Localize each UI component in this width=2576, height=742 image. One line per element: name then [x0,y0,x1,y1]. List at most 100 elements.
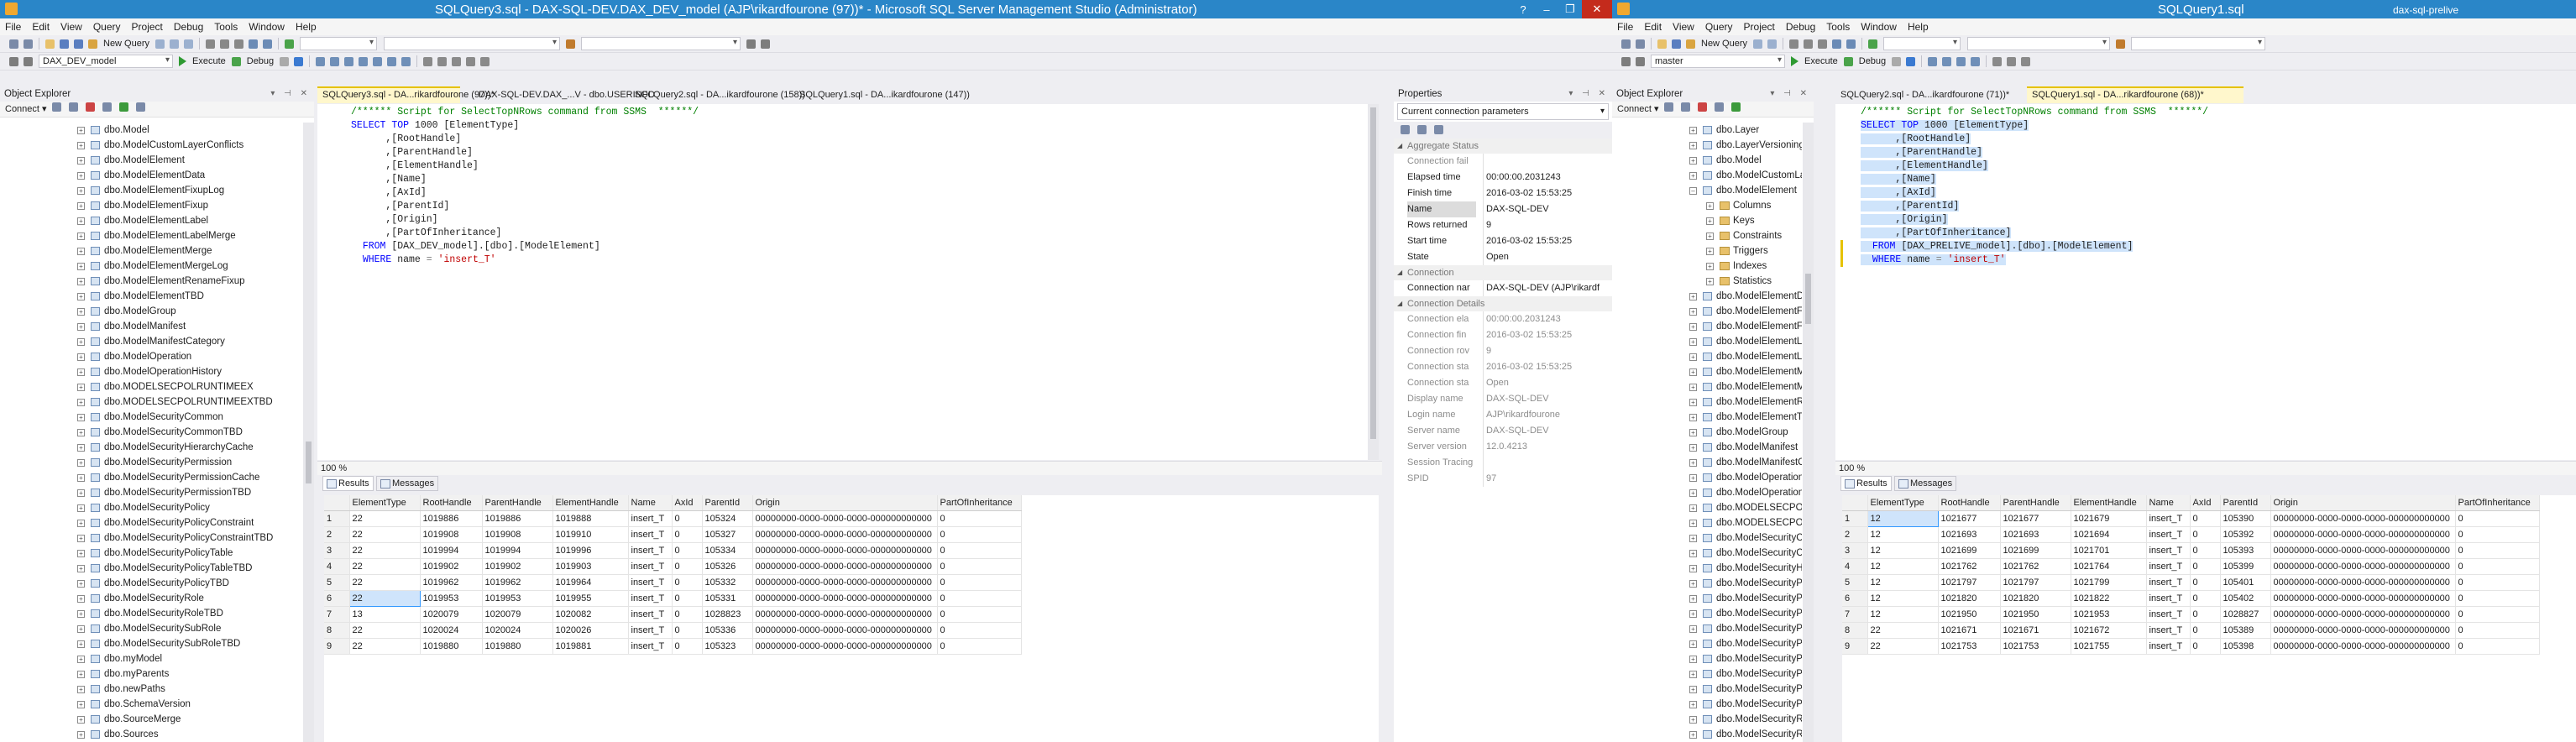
grid-cell[interactable]: 12 [1867,558,1939,575]
categorized-icon[interactable] [1401,125,1410,134]
row-number[interactable]: 5 [1842,574,1868,591]
title-bar[interactable]: SQLQuery1.sql dax-sql-prelive [1612,0,2576,18]
expand-icon[interactable]: + [1689,459,1697,467]
expand-icon[interactable]: + [77,474,85,482]
grid-cell[interactable]: 22 [349,542,421,559]
cancel-query-icon[interactable] [1892,56,1902,66]
tree-item[interactable]: + dbo.ModelElementTBD [0,289,302,304]
column-header[interactable]: AxId [2190,495,2221,511]
table-row[interactable]: 3 12 1021699 1021699 1021701 insert_T 0 105393 0… [1842,542,2540,559]
results-grid[interactable]: ElementType RootHandle ParentHandle Element… [1842,495,2576,742]
menu-file[interactable]: File [1617,21,1633,33]
grid-cell[interactable]: insert_T [2146,526,2191,543]
expand-icon[interactable]: + [77,716,85,724]
tree-item[interactable]: + dbo.ModelGroup [0,304,302,319]
expand-icon[interactable]: + [1689,550,1697,557]
expand-icon[interactable]: + [77,217,85,225]
row-number[interactable]: 5 [324,574,350,591]
grid-cell[interactable]: 1021820 [2000,590,2071,607]
panel-pin-close-icons[interactable]: ▾ ⊣ ✕ [1770,86,1810,102]
expand-icon[interactable]: + [1689,610,1697,618]
tree-item[interactable]: + dbo.ModelSecurityPolicyConstraintTBD [0,530,302,546]
grid-cell[interactable]: 00000000-0000-0000-0000-000000000000 [752,590,938,607]
grid-cell[interactable]: 1020079 [420,606,483,623]
grid-cell[interactable]: 0 [672,590,703,607]
grid-cell[interactable]: 1019908 [420,526,483,543]
grid-cell[interactable]: 1019886 [482,510,553,527]
expand-icon[interactable]: + [77,625,85,633]
table-row[interactable]: 2 12 1021693 1021693 1021694 insert_T 0 105392 0… [1842,526,2540,543]
expand-icon[interactable]: + [1689,656,1697,663]
property-row[interactable]: Server name DAX-SQL-DEV [1394,423,1612,439]
include-plan-icon[interactable] [1956,56,1966,66]
grid-cell[interactable]: 0 [2455,622,2540,639]
menu-help[interactable]: Help [1908,21,1929,33]
grid-cell[interactable]: 0 [672,558,703,575]
tree-item[interactable]: + dbo.MODELSECPOLR [1612,500,1802,515]
grid-cell[interactable]: 1021950 [1938,606,2001,623]
table-row[interactable]: 3 22 1019994 1019994 1019996 insert_T 0 105334 0… [324,542,1022,559]
tree-item[interactable]: + dbo.ModelElementM [1612,379,1802,395]
grid-cell[interactable]: 0 [2190,574,2221,591]
tree-item[interactable]: + dbo.ModelSecuritySubRole [0,621,302,636]
grid-cell[interactable]: 0 [2190,622,2221,639]
connect-dropdown[interactable]: Connect ▾ [5,104,47,114]
row-number[interactable]: 9 [1842,638,1868,655]
grid-cell[interactable]: 0 [672,622,703,639]
scrollbar-thumb[interactable] [306,442,312,483]
tree-item[interactable]: + dbo.ModelSecurityCommon [0,410,302,425]
grid-cell[interactable]: insert_T [2146,622,2191,639]
grid-cell[interactable]: 0 [2455,558,2540,575]
filter-icon[interactable] [102,102,112,112]
property-row[interactable]: Name DAX-SQL-DEV [1394,201,1612,217]
grid-cell[interactable]: 12 [1867,606,1939,623]
grid-cell[interactable]: 1019962 [420,574,483,591]
menu-view[interactable]: View [60,21,82,33]
property-pages-icon[interactable] [1434,125,1444,134]
column-header[interactable]: PartOfInheritance [937,495,1022,511]
execute-icon[interactable] [1791,56,1798,66]
solution-platform-combo[interactable] [1967,37,2111,50]
row-number[interactable]: 8 [1842,622,1868,639]
grid-cell[interactable]: 105332 [702,574,753,591]
grid-cell[interactable]: 1021755 [2071,638,2147,655]
expand-icon[interactable]: + [77,671,85,678]
expand-icon[interactable]: + [1706,217,1714,225]
database-combo[interactable]: DAX_DEV_model [39,55,173,68]
table-row[interactable]: 4 22 1019902 1019902 1019903 insert_T 0 105326 0… [324,558,1022,575]
table-row[interactable]: 9 22 1019880 1019880 1019881 insert_T 0 105323 0… [324,638,1022,655]
debug-button[interactable]: Debug [1859,56,1886,66]
menu-project[interactable]: Project [1744,21,1775,33]
grid-cell[interactable]: 0 [672,638,703,655]
uncomment-icon[interactable] [2007,56,2017,66]
property-row[interactable]: Login name AJP\rikardfourone [1394,407,1612,423]
grid-cell[interactable]: 00000000-0000-0000-0000-000000000000 [752,542,938,559]
grid-cell[interactable]: 1019902 [420,558,483,575]
grid-cell[interactable]: 00000000-0000-0000-0000-000000000000 [2270,638,2456,655]
solution-config-combo[interactable] [1883,37,1961,50]
row-number[interactable]: 9 [324,638,350,655]
expand-icon[interactable]: + [1706,202,1714,210]
grid-cell[interactable]: 22 [349,638,421,655]
results-to-text-icon[interactable] [373,56,383,66]
category-aggregate-status[interactable]: Aggregate Status [1394,138,1612,154]
tree-item[interactable]: + dbo.ModelElementMerge [0,243,302,259]
connect-icon[interactable] [1621,56,1631,66]
grid-cell[interactable]: 1021797 [1938,574,2001,591]
menu-edit[interactable]: Edit [1644,21,1662,33]
tree-item[interactable]: + dbo.ModelSecurityRole [0,591,302,606]
analysis-query-icon[interactable] [170,39,180,49]
grid-corner[interactable] [324,495,350,511]
tree-item[interactable]: + dbo.ModelSecurityPo [1612,636,1802,651]
parse-icon[interactable] [1906,56,1916,66]
analysis-query-icon[interactable] [1767,39,1778,49]
include-plan-icon[interactable] [344,56,354,66]
grid-cell[interactable]: insert_T [2146,606,2191,623]
grid-cell[interactable]: 0 [2190,526,2221,543]
grid-cell[interactable]: 1028823 [702,606,753,623]
tree-item[interactable]: + dbo.Model [1612,153,1802,168]
expand-icon[interactable]: + [1689,338,1697,346]
table-row[interactable]: 9 22 1021753 1021753 1021755 insert_T 0 105398 0… [1842,638,2540,655]
tree-item[interactable]: + dbo.ModelSecurityPo [1612,697,1802,712]
grid-cell[interactable]: 105334 [702,542,753,559]
